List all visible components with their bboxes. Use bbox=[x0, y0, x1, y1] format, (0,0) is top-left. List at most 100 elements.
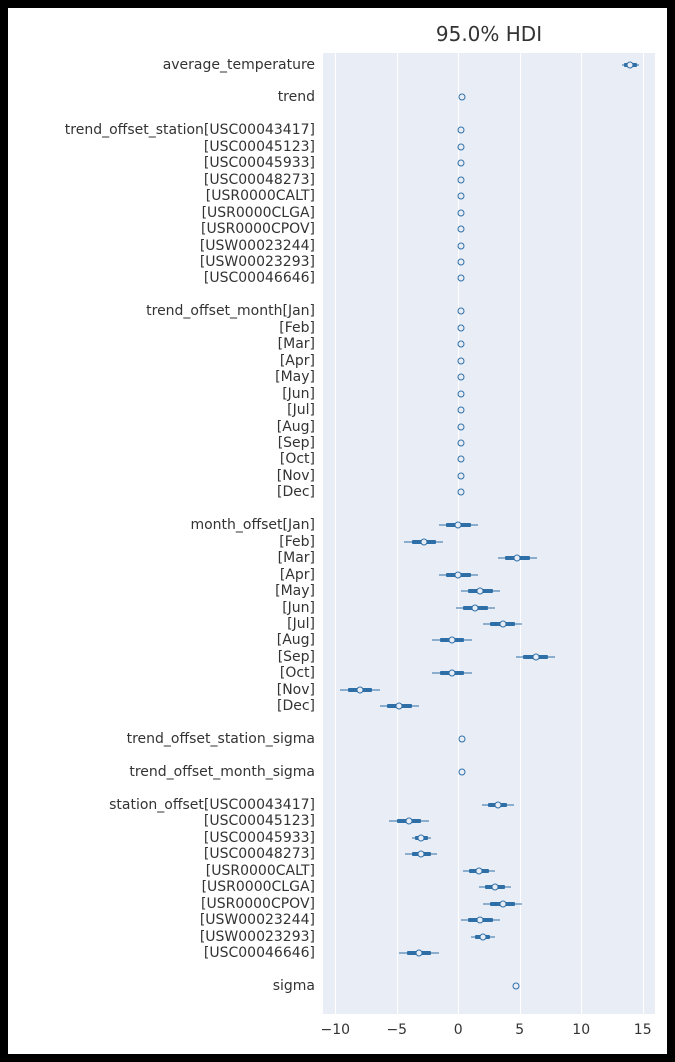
mean-marker bbox=[457, 160, 464, 167]
y-tick-label: [USC00045933] bbox=[8, 830, 315, 846]
mean-marker bbox=[457, 226, 464, 233]
y-tick-label: [Apr] bbox=[8, 567, 315, 583]
mean-marker bbox=[457, 275, 464, 282]
mean-marker bbox=[396, 703, 403, 710]
mean-marker bbox=[457, 127, 464, 134]
y-tick-label: [Jun] bbox=[8, 600, 315, 616]
mean-marker bbox=[449, 637, 456, 644]
y-tick-label: [Nov] bbox=[8, 682, 315, 698]
mean-marker bbox=[458, 736, 465, 743]
gridline bbox=[581, 53, 582, 1014]
x-tick-label: −10 bbox=[321, 1022, 351, 1038]
mean-marker bbox=[457, 407, 464, 414]
y-tick-label: [May] bbox=[8, 369, 315, 385]
gridline bbox=[643, 53, 644, 1014]
y-tick-label: [USC00045123] bbox=[8, 139, 315, 155]
mean-marker bbox=[457, 209, 464, 216]
mean-marker bbox=[418, 851, 425, 858]
y-tick-label: [USC00046646] bbox=[8, 270, 315, 286]
y-tick-label: [Feb] bbox=[8, 534, 315, 550]
mean-marker bbox=[514, 555, 521, 562]
y-tick-label: [USR0000CLGA] bbox=[8, 879, 315, 895]
y-tick-label: [Apr] bbox=[8, 353, 315, 369]
mean-marker bbox=[513, 983, 520, 990]
mean-marker bbox=[476, 867, 483, 874]
gridline bbox=[520, 53, 521, 1014]
x-tick-label: −5 bbox=[386, 1022, 407, 1038]
y-tick-label: [Nov] bbox=[8, 468, 315, 484]
mean-marker bbox=[457, 143, 464, 150]
plot-area bbox=[323, 53, 655, 1014]
y-tick-label: trend bbox=[8, 89, 315, 105]
mean-marker bbox=[499, 621, 506, 628]
gridline bbox=[335, 53, 336, 1014]
mean-marker bbox=[457, 456, 464, 463]
y-tick-label: [USW00023293] bbox=[8, 929, 315, 945]
mean-marker bbox=[457, 324, 464, 331]
y-tick-label: trend_offset_station[USC00043417] bbox=[8, 122, 315, 138]
y-tick-label: [USW00023293] bbox=[8, 254, 315, 270]
mean-marker bbox=[406, 818, 413, 825]
y-tick-label: [USW00023244] bbox=[8, 912, 315, 928]
mean-marker bbox=[415, 950, 422, 957]
mean-marker bbox=[492, 884, 499, 891]
y-tick-label: [USC00048273] bbox=[8, 846, 315, 862]
y-tick-label: [USW00023244] bbox=[8, 238, 315, 254]
mean-marker bbox=[477, 588, 484, 595]
gridline bbox=[397, 53, 398, 1014]
y-tick-label: month_offset[Jan] bbox=[8, 517, 315, 533]
mean-marker bbox=[458, 94, 465, 101]
y-tick-label: [Dec] bbox=[8, 698, 315, 714]
y-tick-label: [USC00046646] bbox=[8, 945, 315, 961]
mean-marker bbox=[472, 604, 479, 611]
mean-marker bbox=[458, 769, 465, 776]
mean-marker bbox=[455, 571, 462, 578]
y-tick-label: [Aug] bbox=[8, 419, 315, 435]
mean-marker bbox=[499, 900, 506, 907]
y-tick-label: [USR0000CPOV] bbox=[8, 221, 315, 237]
mean-marker bbox=[494, 802, 501, 809]
mean-marker bbox=[418, 834, 425, 841]
figure-frame: 95.0% HDI −10 −5 0 5 10 15 average_temperature… bbox=[0, 0, 675, 1062]
mean-marker bbox=[457, 472, 464, 479]
mean-marker bbox=[457, 176, 464, 183]
y-tick-label: [May] bbox=[8, 583, 315, 599]
y-tick-label: [USC00045933] bbox=[8, 155, 315, 171]
y-tick-label: trend_offset_month_sigma bbox=[8, 764, 315, 780]
y-tick-label: trend_offset_station_sigma bbox=[8, 731, 315, 747]
y-tick-label: [USR0000CLGA] bbox=[8, 205, 315, 221]
y-tick-label: [USC00048273] bbox=[8, 172, 315, 188]
mean-marker bbox=[457, 423, 464, 430]
mean-marker bbox=[477, 917, 484, 924]
mean-marker bbox=[457, 258, 464, 265]
x-tick-label: 10 bbox=[572, 1022, 590, 1038]
y-tick-label: [USR0000CALT] bbox=[8, 863, 315, 879]
y-tick-label: average_temperature bbox=[8, 57, 315, 73]
y-tick-label: [Aug] bbox=[8, 632, 315, 648]
mean-marker bbox=[532, 653, 539, 660]
mean-marker bbox=[627, 61, 634, 68]
chart-title: 95.0% HDI bbox=[323, 22, 655, 46]
y-tick-label: [USR0000CALT] bbox=[8, 188, 315, 204]
y-tick-label: [Mar] bbox=[8, 336, 315, 352]
y-tick-label: [Mar] bbox=[8, 550, 315, 566]
mean-marker bbox=[457, 439, 464, 446]
y-tick-label: [Dec] bbox=[8, 484, 315, 500]
y-tick-label: [Sep] bbox=[8, 435, 315, 451]
y-tick-label: [Feb] bbox=[8, 320, 315, 336]
y-tick-label: [Oct] bbox=[8, 451, 315, 467]
mean-marker bbox=[457, 308, 464, 315]
y-tick-label: [Jun] bbox=[8, 386, 315, 402]
x-tick-label: 0 bbox=[454, 1022, 463, 1038]
mean-marker bbox=[457, 390, 464, 397]
x-tick-label: 15 bbox=[634, 1022, 652, 1038]
y-tick-label: [Jul] bbox=[8, 616, 315, 632]
y-tick-label: [USC00045123] bbox=[8, 813, 315, 829]
mean-marker bbox=[455, 522, 462, 529]
mean-marker bbox=[479, 933, 486, 940]
y-tick-label: station_offset[USC00043417] bbox=[8, 797, 315, 813]
x-tick-label: 5 bbox=[515, 1022, 524, 1038]
mean-marker bbox=[457, 489, 464, 496]
mean-marker bbox=[420, 538, 427, 545]
y-tick-label: [USR0000CPOV] bbox=[8, 896, 315, 912]
